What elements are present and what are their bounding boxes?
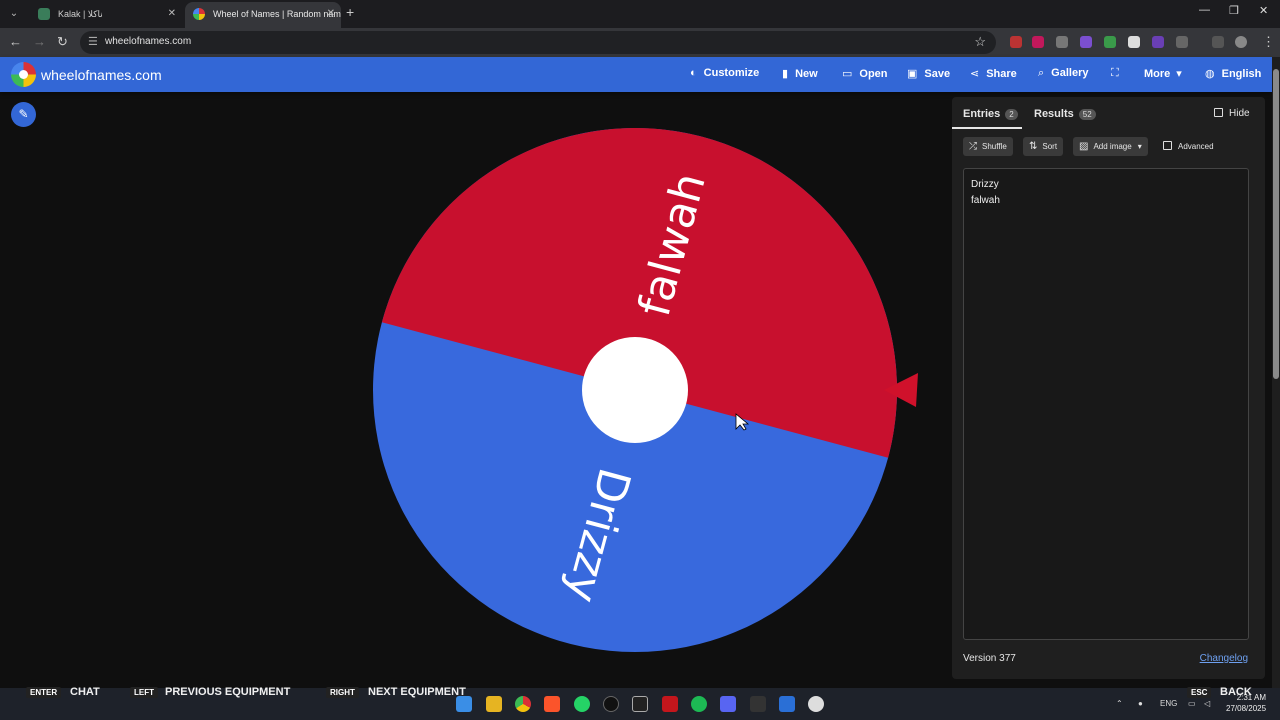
brand-name[interactable]: wheelofnames.com (41, 67, 162, 83)
key-hint: ENTER (26, 687, 62, 698)
microphone-icon[interactable]: ● (1138, 699, 1143, 708)
share-button[interactable]: ⋖ Share (970, 67, 1017, 80)
chevron-down-icon: ▾ (1137, 142, 1142, 151)
folder-open-icon: ▭ (842, 68, 853, 80)
forward-icon[interactable]: → (33, 34, 46, 49)
tab-entries[interactable]: Entries 2 (963, 108, 1018, 120)
extension-icon[interactable] (1056, 36, 1068, 48)
close-tab-icon[interactable]: ✕ (168, 2, 176, 26)
extension-icon[interactable] (1032, 36, 1044, 48)
puzzle-extensions-icon[interactable] (1176, 36, 1188, 48)
shuffle-icon: ⤮ (969, 141, 977, 152)
close-tab-icon[interactable]: ✕ (327, 2, 335, 26)
extension-icon[interactable] (1080, 36, 1092, 48)
address-bar[interactable]: ☰ wheelofnames.com ☆ (80, 31, 996, 54)
search-icon: ⌕ (1038, 67, 1045, 79)
url-text[interactable]: wheelofnames.com (105, 36, 191, 47)
logo-icon[interactable] (11, 62, 36, 87)
new-tab-icon[interactable]: + (346, 4, 354, 20)
network-icon[interactable]: ▭ (1188, 699, 1196, 708)
chevron-down-icon: ▾ (1176, 68, 1182, 80)
entry-line: Drizzy (971, 179, 999, 190)
sort-button[interactable]: ⇅ Sort (1023, 137, 1064, 156)
add-image-button[interactable]: ▨ Add image ▾ (1073, 137, 1148, 156)
scrollbar-thumb[interactable] (1273, 69, 1279, 379)
sort-icon: ⇅ (1029, 141, 1038, 152)
customize-button[interactable]: ◐ Customize (690, 67, 759, 79)
key-hint: LEFT (130, 687, 158, 698)
changelog-link[interactable]: Changelog (1200, 653, 1248, 664)
image-icon: ▨ (1079, 141, 1089, 152)
page-scrollbar[interactable] (1272, 57, 1280, 688)
browser-tab-strip: ⌄ Kalak | ناكلا ✕ Wheel of Names | Rando… (0, 0, 1280, 28)
hint-label: NEXT EQUIPMENT (368, 686, 466, 698)
language-button[interactable]: ◍ English (1205, 67, 1261, 80)
wheel-favicon-icon (193, 8, 205, 20)
bookmark-star-icon[interactable]: ☆ (974, 34, 986, 50)
hint-label: CHAT (70, 686, 100, 698)
volume-icon[interactable]: ◁ (1204, 699, 1210, 708)
save-button[interactable]: ▣ Save (907, 67, 950, 80)
extension-icon[interactable] (1104, 36, 1116, 48)
tab-title: Wheel of Names | Random name picker (213, 9, 341, 19)
share-icon: ⋖ (970, 68, 980, 80)
palette-icon: ◐ (690, 67, 697, 79)
language-indicator[interactable]: ENG (1160, 699, 1177, 708)
advanced-checkbox[interactable]: Advanced (1163, 141, 1214, 151)
key-hint: ESC (1187, 687, 1212, 698)
globe-icon: ◍ (1205, 68, 1215, 80)
fullscreen-icon: ⛶ (1111, 67, 1119, 79)
browser-tab-kalak[interactable]: Kalak | ناكلا ✕ (30, 2, 182, 28)
hide-checkbox[interactable]: Hide (1214, 108, 1250, 119)
profile-avatar[interactable] (1235, 36, 1247, 48)
clock-date: 27/08/2025 (1226, 704, 1267, 713)
entries-textarea[interactable]: Drizzy falwah (963, 168, 1249, 640)
save-icon: ▣ (907, 68, 918, 80)
checkbox-icon (1214, 108, 1223, 117)
open-button[interactable]: ▭ Open (842, 67, 888, 80)
extension-icon[interactable] (1152, 36, 1164, 48)
results-count-badge: 52 (1078, 109, 1096, 120)
site-info-icon[interactable]: ☰ (88, 35, 98, 48)
wheel-center-button[interactable] (582, 337, 688, 443)
back-icon[interactable]: ← (9, 34, 22, 49)
entries-panel: Entries 2 Results 52 Hide ⤮ Shuffle ⇅ Sort ▨… (952, 97, 1265, 679)
active-tab-indicator (952, 127, 1022, 129)
restore-icon[interactable]: ❐ (1229, 4, 1239, 17)
entries-count-badge: 2 (1005, 109, 1018, 120)
kalak-favicon-icon (38, 8, 50, 20)
app-header: wheelofnames.com ◐ Customize ▮ New ▭ Open ▣… (0, 57, 1272, 92)
more-button[interactable]: More ▾ (1144, 67, 1182, 80)
extension-icon[interactable] (1010, 36, 1022, 48)
new-button[interactable]: ▮ New (782, 67, 818, 80)
tab-title: Kalak | ناكلا (58, 9, 103, 19)
tray-chevron-icon[interactable]: ⌃ (1116, 699, 1123, 708)
key-hint: RIGHT (326, 687, 359, 698)
edit-pencil-icon[interactable]: ✎ (11, 102, 36, 127)
media-control-icon[interactable] (1212, 36, 1224, 48)
hint-label: BACK (1220, 686, 1252, 698)
hint-label: PREVIOUS EQUIPMENT (165, 686, 291, 698)
browser-tab-wheel[interactable]: Wheel of Names | Random name picker ✕ (185, 2, 341, 28)
fullscreen-button[interactable]: ⛶ (1111, 67, 1126, 80)
browser-menu-icon[interactable]: ⋮ (1262, 34, 1275, 50)
wheel[interactable]: falwah Drizzy (360, 120, 940, 660)
extension-icon[interactable] (1128, 36, 1140, 48)
file-icon: ▮ (782, 68, 789, 80)
game-overlay-hints: ENTER CHAT LEFT PREVIOUS EQUIPMENT RIGHT… (0, 686, 1280, 700)
tab-search-icon[interactable]: ⌄ (6, 6, 22, 22)
tab-results[interactable]: Results 52 (1034, 108, 1096, 120)
checkbox-icon (1163, 141, 1172, 150)
gallery-button[interactable]: ⌕ Gallery (1038, 67, 1088, 80)
entry-line: falwah (971, 195, 1000, 206)
shuffle-button[interactable]: ⤮ Shuffle (963, 137, 1013, 156)
minimize-icon[interactable]: — (1199, 4, 1210, 16)
version-label: Version 377 (963, 653, 1016, 664)
window-close-icon[interactable]: ✕ (1259, 4, 1268, 17)
reload-icon[interactable]: ↻ (57, 34, 68, 50)
browser-toolbar: ← → ↻ ☰ wheelofnames.com ☆ ⋮ (0, 28, 1280, 57)
